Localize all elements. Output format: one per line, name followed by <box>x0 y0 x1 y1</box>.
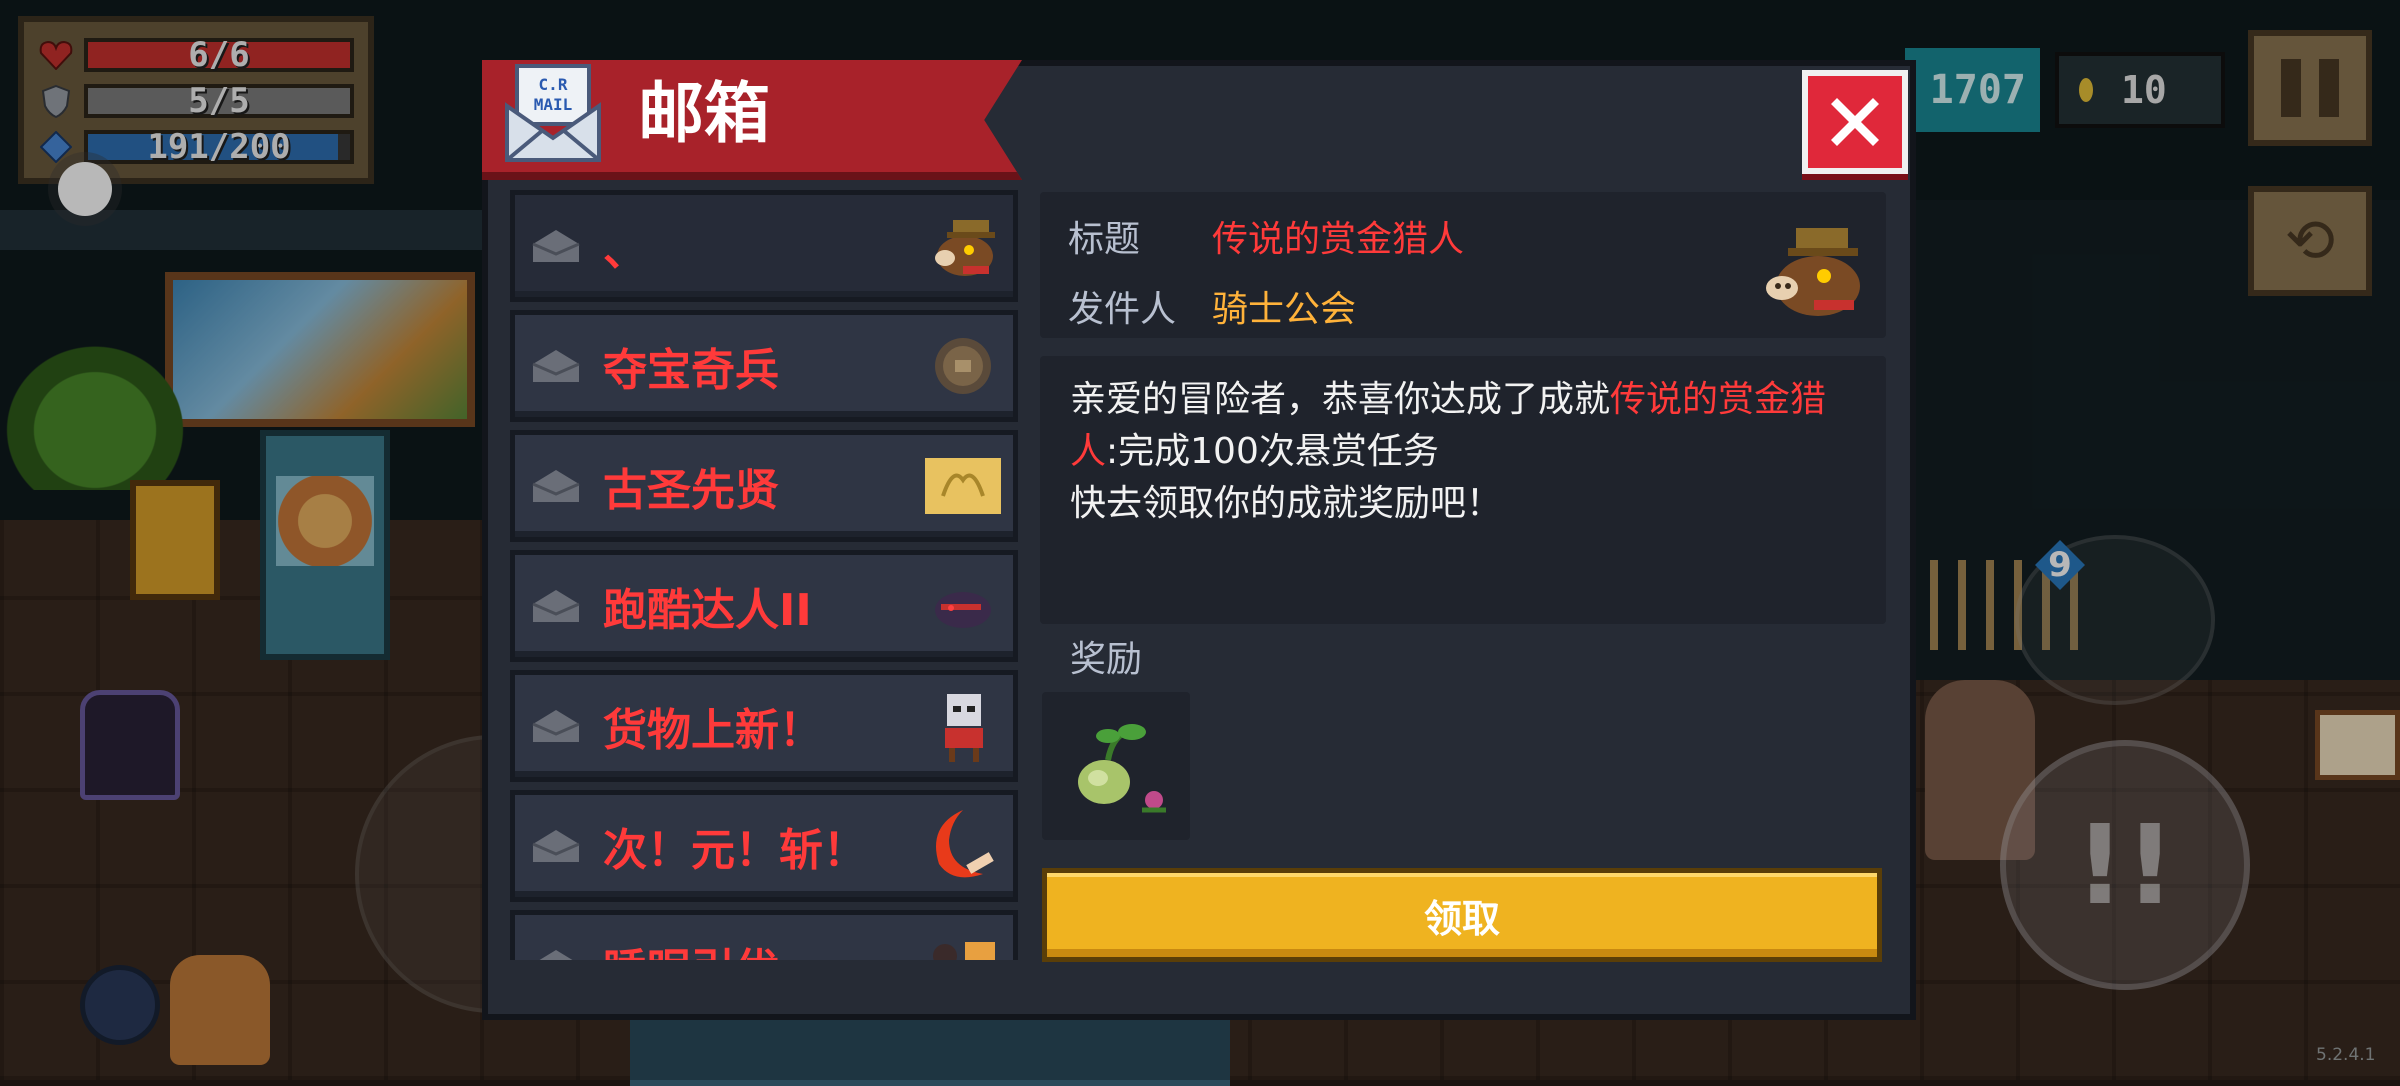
close-button[interactable] <box>1802 70 1908 174</box>
sleepy-characters-icon <box>933 942 995 960</box>
envelope-icon <box>532 230 580 262</box>
mail-item-6[interactable]: 睡眠引优 <box>510 910 1018 960</box>
mail-item-label: 、 <box>603 225 647 276</box>
svg-text:MAIL: MAIL <box>534 95 573 114</box>
claim-button[interactable]: 领取 <box>1042 868 1882 962</box>
envelope-icon <box>539 950 573 960</box>
merchant-cat-icon <box>945 694 983 762</box>
mail-item-1[interactable]: 夺宝奇兵 <box>510 310 1018 422</box>
mail-body: 亲爱的冒险者，恭喜你达成了成就传说的赏金猎人:完成100次悬赏任务 快去领取你的… <box>1040 356 1886 624</box>
body-text-suffix: :完成100次悬赏任务 <box>1106 431 1439 472</box>
mail-item-label: 古圣先贤 <box>603 465 779 516</box>
mail-item-label: 夺宝奇兵 <box>603 345 779 396</box>
envelope-icon <box>532 590 580 622</box>
svg-text:C.R: C.R <box>539 75 568 94</box>
treasure-orb-icon <box>935 338 991 394</box>
mail-item-label: 次！元！斩！ <box>603 825 867 876</box>
mail-item-0[interactable]: 、 <box>510 190 1018 302</box>
mail-item-label: 货物上新！ <box>603 705 823 756</box>
sender-label: 发件人 <box>1068 289 1177 330</box>
mail-list[interactable]: 、 夺宝奇兵 古圣先贤 跑酷达人II 货物上新！ 次！元！斩！ 睡眠引优 <box>510 190 1018 960</box>
mail-item-4[interactable]: 货物上新！ <box>510 670 1018 782</box>
mail-subject: 传说的赏金猎人 <box>1212 219 1465 260</box>
body-text-line2: 快去领取你的成就奖励吧！ <box>1070 483 1503 524</box>
mail-item-3[interactable]: 跑酷达人II <box>510 550 1018 662</box>
subject-label: 标题 <box>1068 219 1141 260</box>
golden-scroll-icon <box>925 458 1001 514</box>
mail-item-label: 跑酷达人II <box>603 585 812 636</box>
reward-label: 奖励 <box>1070 639 1143 680</box>
mail-item-5[interactable]: 次！元！斩！ <box>510 790 1018 902</box>
reward-item-slot[interactable] <box>1042 692 1190 840</box>
mail-sender: 骑士公会 <box>1212 289 1357 330</box>
body-text-prefix: 亲爱的冒险者，恭喜你达成了成就 <box>1070 379 1611 420</box>
sender-avatar-icon <box>1766 228 1860 316</box>
shadow-ninja-icon <box>935 592 991 628</box>
mailbox-title: 邮箱 <box>638 75 770 152</box>
envelope-icon <box>532 830 580 862</box>
close-icon <box>1831 98 1879 146</box>
mail-item-2[interactable]: 古圣先贤 <box>510 430 1018 542</box>
envelope-icon <box>532 710 580 742</box>
crescent-blade-icon <box>936 810 994 878</box>
envelope-icon <box>532 350 580 382</box>
envelope-icon <box>532 470 580 502</box>
mail-icon: C.R MAIL <box>503 60 603 165</box>
seed-sprout-icon <box>1078 724 1166 813</box>
mail-item-label: 睡眠引优 <box>603 934 779 960</box>
boar-bandit-icon <box>935 220 995 276</box>
